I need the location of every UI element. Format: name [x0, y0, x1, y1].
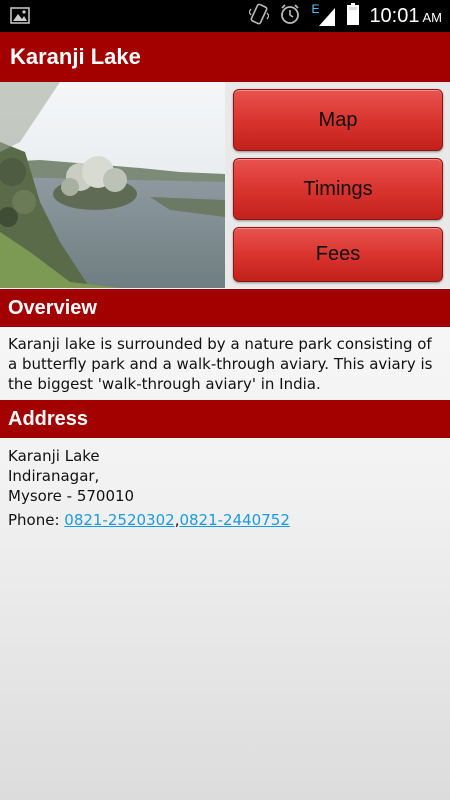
alarm-icon: [279, 3, 301, 29]
address-heading: Address: [0, 400, 450, 438]
address-heading-label: Address: [8, 407, 89, 430]
fees-button[interactable]: Fees: [233, 227, 443, 282]
phone-link-2[interactable]: 0821-2440752: [179, 511, 289, 529]
signal-icon: E: [311, 2, 337, 28]
map-button-label: Map: [318, 108, 358, 131]
clock-ampm: AM: [422, 9, 443, 25]
timings-button[interactable]: Timings: [233, 158, 443, 220]
gallery-icon: [10, 7, 30, 28]
timings-button-label: Timings: [303, 177, 373, 200]
phone-line: Phone: 0821-2520302,0821-2440752: [8, 511, 290, 529]
fees-button-label: Fees: [315, 243, 361, 265]
action-panel: Map Timings Fees: [225, 82, 450, 288]
address-line-2: Indiranagar,: [8, 467, 100, 485]
overview-heading: Overview: [0, 289, 450, 327]
overview-text: Karanji lake is surrounded by a nature p…: [8, 335, 433, 393]
address-line-1: Karanji Lake: [8, 447, 100, 465]
clock-time: 10:01: [369, 4, 420, 27]
overview-heading-label: Overview: [8, 296, 97, 319]
app-header: Karanji Lake: [0, 32, 450, 82]
page-title: Karanji Lake: [10, 44, 141, 69]
clock: 10:01 AM: [369, 5, 442, 28]
battery-icon: [347, 3, 360, 29]
status-bar: E 10:01 AM: [0, 0, 450, 32]
lake-photo: [0, 82, 225, 288]
phone-link-1[interactable]: 0821-2520302: [64, 511, 174, 529]
address-block: Karanji Lake Indiranagar, Mysore - 57001…: [8, 446, 444, 506]
map-button[interactable]: Map: [233, 89, 443, 151]
phone-label: Phone:: [8, 511, 65, 529]
vibrate-icon: [248, 3, 271, 29]
address-line-3: Mysore - 570010: [8, 487, 135, 505]
